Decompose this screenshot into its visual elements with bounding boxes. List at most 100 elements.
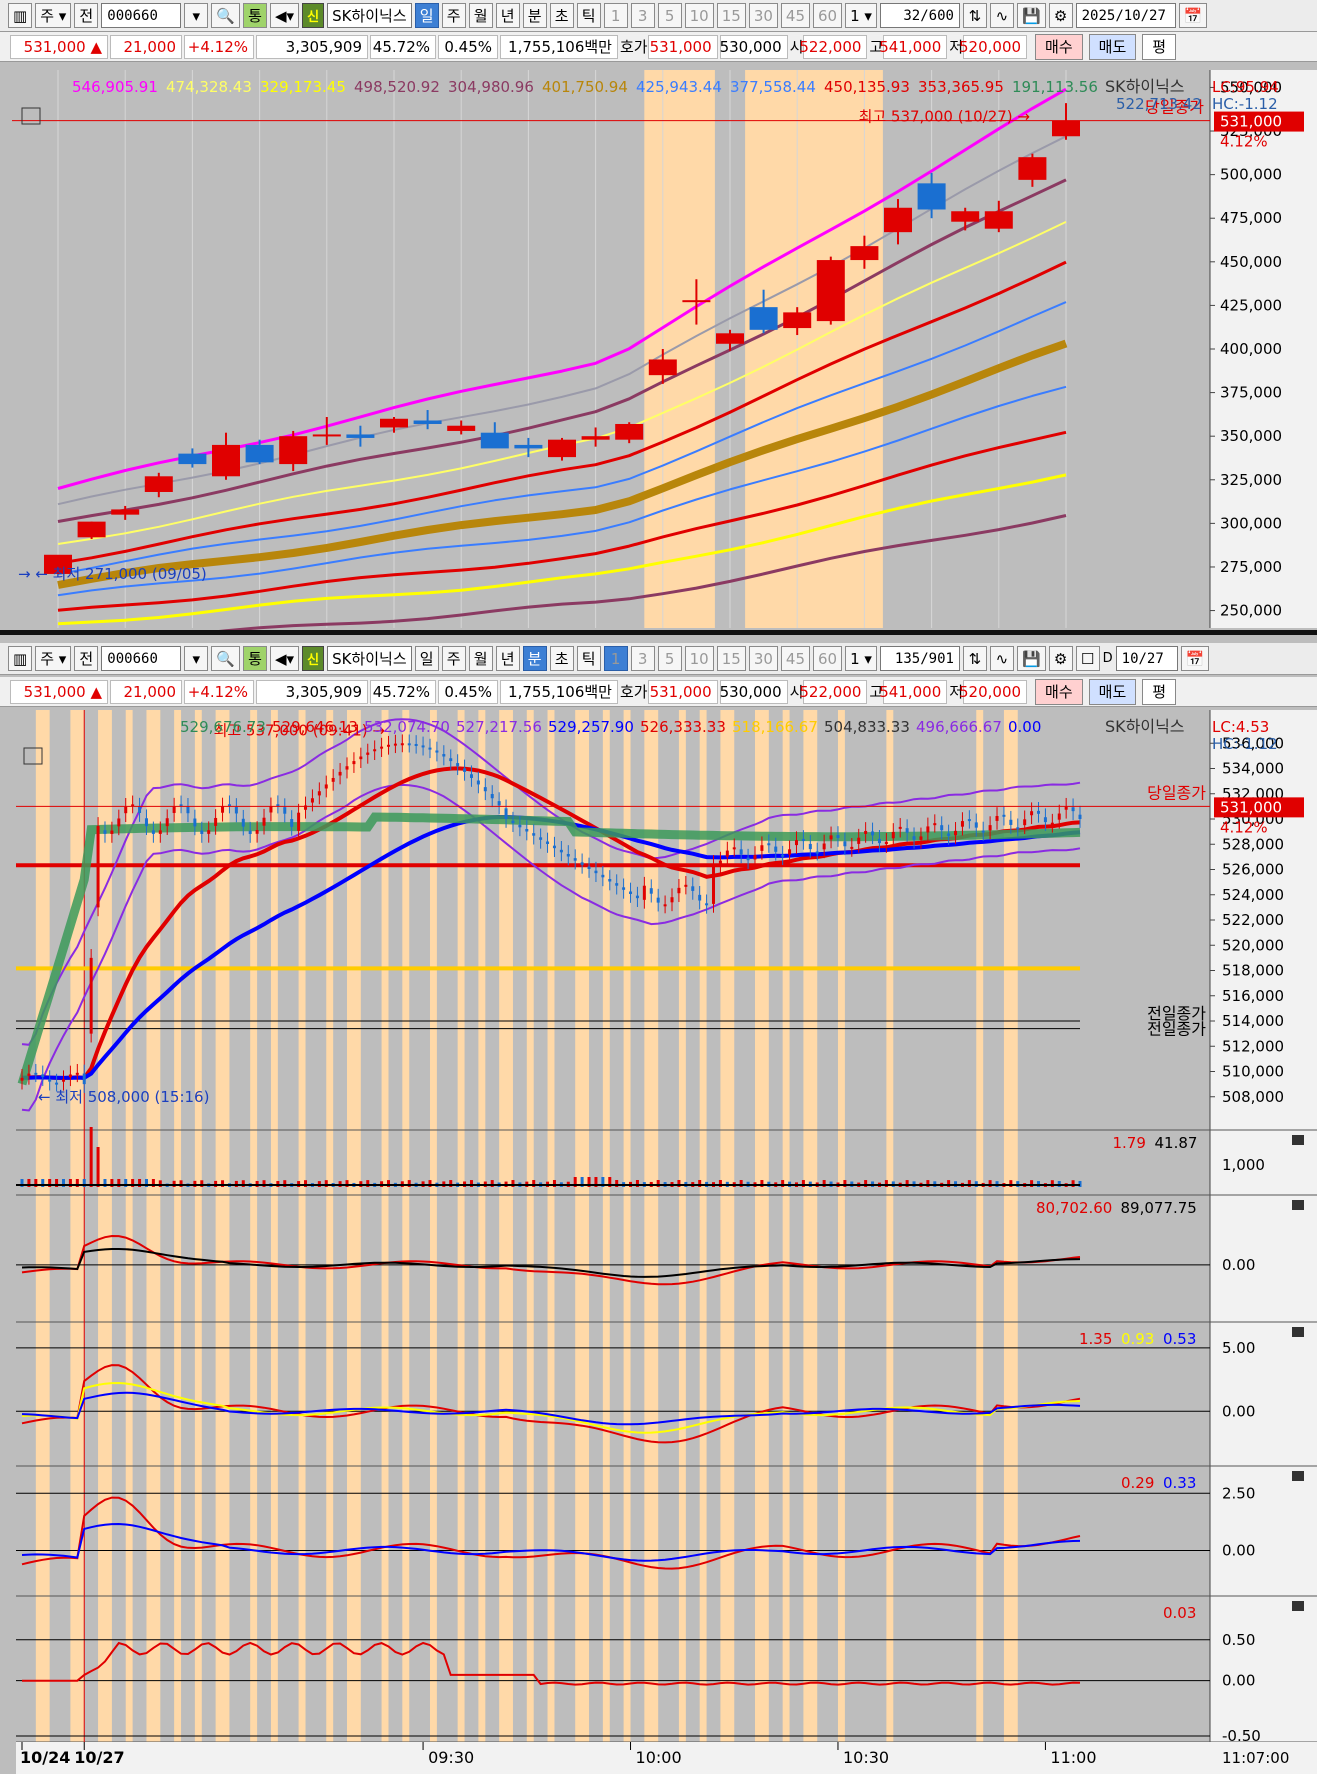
minute-candle-body <box>615 883 619 886</box>
market-select[interactable]: 주 ▾ <box>35 646 72 671</box>
period-틱[interactable]: 틱 <box>576 3 601 28</box>
date-input[interactable]: 2025/10/27 <box>1075 3 1176 28</box>
stock-code-input[interactable]: 000660 <box>101 3 182 28</box>
buy-button[interactable]: 매수 <box>1035 33 1083 60</box>
interval-10[interactable]: 10 <box>684 646 714 671</box>
minute-candle-body <box>407 743 411 746</box>
eval-button[interactable]: 평 <box>1142 678 1177 705</box>
date-input[interactable]: 10/27 <box>1115 646 1178 671</box>
period-월[interactable]: 월 <box>468 3 493 28</box>
period-월[interactable]: 월 <box>468 646 493 671</box>
interval-45[interactable]: 45 <box>780 3 810 28</box>
code-dropdown-icon[interactable]: ▾ <box>184 3 209 28</box>
d-checkbox[interactable]: ☐ <box>1075 646 1100 671</box>
minute-candle-body <box>857 837 861 844</box>
interval-1[interactable]: 1 <box>603 646 628 671</box>
minute-candle-body <box>753 855 757 860</box>
time-label-2: 09:30 <box>428 1748 474 1767</box>
period-분[interactable]: 분 <box>522 3 547 28</box>
calendar-icon[interactable]: 📅 <box>1178 3 1208 28</box>
interval-45[interactable]: 45 <box>780 646 810 671</box>
multiplier-select[interactable]: 1 ▾ <box>845 646 877 671</box>
quote-turnover: 0.45% <box>438 679 498 704</box>
bar-count-input[interactable]: 135/901 <box>879 646 960 671</box>
minute-candle-body <box>532 833 536 836</box>
tong-button[interactable]: 통 <box>242 646 267 671</box>
minute-candle-body <box>566 853 570 857</box>
stock-code-input[interactable]: 000660 <box>101 646 182 671</box>
interval-3[interactable]: 3 <box>630 646 655 671</box>
sub-legend-0-0: 1.79 <box>1113 1134 1146 1152</box>
calendar-icon[interactable]: 📅 <box>1180 646 1210 671</box>
gear-icon[interactable]: ⚙ <box>1048 646 1073 671</box>
quote-ratio: 45.72% <box>370 34 436 59</box>
osc-tick-label: 0.00 <box>1222 1672 1255 1690</box>
search-icon[interactable]: 🔍 <box>211 3 240 28</box>
gear-icon[interactable]: ⚙ <box>1048 3 1073 28</box>
market-select[interactable]: 주 ▾ <box>35 3 72 28</box>
interval-15[interactable]: 15 <box>716 646 746 671</box>
period-년[interactable]: 년 <box>495 3 520 28</box>
chart-type-icon[interactable]: ▥ <box>8 3 33 28</box>
y-tick-label: 350,000 <box>1220 427 1282 445</box>
sound-icon[interactable]: ◀▾ <box>269 3 300 28</box>
chart-type-icon[interactable]: ▥ <box>8 646 33 671</box>
legend-value-7: 504,833.33 <box>824 718 910 736</box>
multiplier-select[interactable]: 1 ▾ <box>845 3 877 28</box>
period-일[interactable]: 일 <box>414 3 439 28</box>
period-초[interactable]: 초 <box>549 3 574 28</box>
osc-tick-label: 0.00 <box>1222 1256 1255 1274</box>
code-dropdown-icon[interactable]: ▾ <box>184 646 209 671</box>
interval-3[interactable]: 3 <box>630 3 655 28</box>
bar-count-input[interactable]: 32/600 <box>879 3 960 28</box>
search-icon[interactable]: 🔍 <box>211 646 240 671</box>
save-icon[interactable]: 💾 <box>1016 3 1046 28</box>
candle-body <box>111 509 140 515</box>
eval-button[interactable]: 평 <box>1142 33 1177 60</box>
minute-candle-body <box>573 858 577 861</box>
overlay-icon[interactable]: ∿ <box>989 3 1014 28</box>
sell-button[interactable]: 매도 <box>1088 678 1137 705</box>
minute-chart[interactable]: 508,000 510,000 512,000 514,000 516,000 518,0… <box>0 710 1317 1774</box>
minute-candle-body <box>96 825 100 908</box>
period-주[interactable]: 주 <box>441 3 466 28</box>
sound-icon[interactable]: ◀▾ <box>269 646 300 671</box>
sell-button[interactable]: 매도 <box>1088 33 1137 60</box>
interval-30[interactable]: 30 <box>748 646 778 671</box>
interval-60[interactable]: 60 <box>813 646 843 671</box>
period-주[interactable]: 주 <box>441 646 466 671</box>
period-초[interactable]: 초 <box>549 646 574 671</box>
interval-15[interactable]: 15 <box>716 3 746 28</box>
overlay-icon[interactable]: ∿ <box>989 646 1014 671</box>
minute-candle-body <box>1009 819 1013 825</box>
mode-button[interactable]: 전 <box>74 3 99 28</box>
interval-30[interactable]: 30 <box>748 3 778 28</box>
legend-value-8: 496,666.67 <box>916 718 1002 736</box>
buy-button[interactable]: 매수 <box>1035 678 1083 705</box>
y-tick-label: 522,000 <box>1222 911 1284 929</box>
legend-value-6: 425,943.44 <box>636 78 722 96</box>
daily-chart[interactable]: 250,000 275,000 300,000 325,000 350,000 375,0… <box>0 62 1317 630</box>
indicator-icon[interactable]: ⇅ <box>962 3 987 28</box>
osc-tick-label: 0.00 <box>1222 1542 1255 1560</box>
tong-button[interactable]: 통 <box>242 3 267 28</box>
mode-button[interactable]: 전 <box>74 646 99 671</box>
interval-60[interactable]: 60 <box>813 3 843 28</box>
interval-10[interactable]: 10 <box>684 3 714 28</box>
interval-5[interactable]: 5 <box>657 646 682 671</box>
minute-candle-body <box>200 830 204 834</box>
indicator-icon[interactable]: ⇅ <box>962 646 987 671</box>
period-틱[interactable]: 틱 <box>576 646 601 671</box>
minute-candle-body <box>960 821 964 827</box>
y-tick-label: 475,000 <box>1220 209 1282 227</box>
y-tick-label: 275,000 <box>1220 558 1282 576</box>
period-년[interactable]: 년 <box>495 646 520 671</box>
minute-candle-body <box>414 743 418 746</box>
minute-candle-body <box>732 847 736 850</box>
period-분[interactable]: 분 <box>522 646 547 671</box>
save-icon[interactable]: 💾 <box>1016 646 1046 671</box>
interval-5[interactable]: 5 <box>657 3 682 28</box>
period-일[interactable]: 일 <box>414 646 439 671</box>
d-label: D <box>1102 651 1113 666</box>
interval-1[interactable]: 1 <box>603 3 628 28</box>
